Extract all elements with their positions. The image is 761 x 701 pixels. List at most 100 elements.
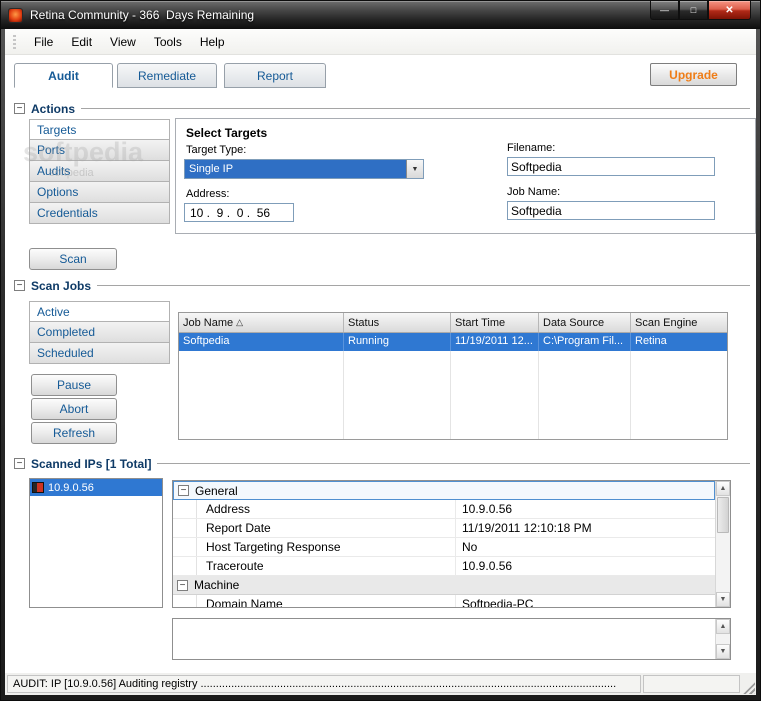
title-bar[interactable]: Retina Community - 366 Days Remaining — …	[1, 1, 760, 29]
column-scan-engine[interactable]: Scan Engine	[631, 313, 727, 332]
collapse-actions-icon[interactable]: −	[14, 103, 25, 114]
menu-view[interactable]: View	[101, 31, 145, 53]
menu-help[interactable]: Help	[191, 31, 234, 53]
property-value: 10.9.0.56	[455, 557, 715, 575]
chevron-down-icon[interactable]: ▼	[406, 160, 423, 178]
address-label: Address:	[186, 188, 230, 200]
actions-title: Actions	[31, 101, 76, 116]
sidebar-item-credentials[interactable]: Credentials	[29, 203, 170, 224]
property-value: 11/19/2011 12:10:18 PM	[455, 519, 715, 537]
menu-edit[interactable]: Edit	[62, 31, 101, 53]
list-item-ip[interactable]: 10.9.0.56	[30, 479, 162, 496]
minimize-button[interactable]: —	[650, 1, 679, 20]
scrollbar-thumb[interactable]	[717, 497, 729, 533]
property-label: Domain Name	[206, 597, 283, 608]
refresh-button[interactable]: Refresh	[31, 422, 117, 444]
menu-tools[interactable]: Tools	[145, 31, 191, 53]
scanned-ips-rule	[157, 463, 750, 464]
grid-line	[630, 351, 631, 439]
scroll-up-icon[interactable]: ▲	[716, 481, 730, 496]
scanned-ip-list[interactable]: 10.9.0.56	[29, 478, 163, 608]
maximize-icon: □	[690, 5, 697, 15]
collapse-general-icon[interactable]: −	[178, 485, 189, 496]
property-label: Address	[206, 502, 251, 516]
cell-job-name: Softpedia	[179, 333, 344, 351]
property-section-machine[interactable]: − Machine	[173, 576, 715, 595]
close-button[interactable]: ✕	[708, 1, 751, 20]
tab-remediate[interactable]: Remediate	[117, 63, 217, 88]
cell-status: Running	[344, 333, 451, 351]
scan-button[interactable]: Scan	[29, 248, 117, 270]
row-gutter	[173, 519, 197, 537]
menu-file[interactable]: File	[25, 31, 62, 53]
scanned-ips-title: Scanned IPs [1 Total]	[31, 456, 152, 471]
sidebar-item-targets[interactable]: Targets	[29, 119, 170, 140]
select-targets-panel: Select Targets Target Type: Single IP ▼ …	[175, 118, 756, 234]
scroll-up-icon[interactable]: ▲	[716, 619, 730, 634]
scroll-down-icon[interactable]: ▼	[716, 592, 730, 607]
window-title: Retina Community - 366 Days Remaining	[30, 8, 255, 22]
upgrade-button[interactable]: Upgrade	[650, 63, 737, 86]
property-value: Softpedia-PC	[455, 595, 715, 607]
property-rows: − General Address 10.9.0.56 Report Date …	[173, 481, 715, 608]
target-type-select[interactable]: Single IP ▼	[184, 159, 424, 179]
collapse-scan-jobs-icon[interactable]: −	[14, 280, 25, 291]
details-scrollbar[interactable]: ▲ ▼	[715, 619, 730, 659]
table-row[interactable]: Softpedia Running 11/19/2011 12... C:\Pr…	[179, 333, 727, 351]
filename-label: Filename:	[507, 142, 556, 154]
menu-bar: File Edit View Tools Help	[5, 29, 756, 55]
job-name-input[interactable]	[507, 201, 715, 220]
sidebar-item-completed[interactable]: Completed	[29, 322, 170, 343]
host-icon	[32, 482, 44, 493]
tab-audit[interactable]: Audit	[14, 63, 113, 88]
property-value: 10.9.0.56	[455, 500, 715, 518]
sidebar-item-audits[interactable]: Audits	[29, 161, 170, 182]
column-status[interactable]: Status	[344, 313, 451, 332]
actions-section-header: − Actions	[14, 101, 750, 116]
property-row-address[interactable]: Address 10.9.0.56	[173, 500, 715, 519]
pause-button[interactable]: Pause	[31, 374, 117, 396]
scan-jobs-rule	[97, 285, 750, 286]
sidebar-item-ports[interactable]: Ports	[29, 140, 170, 161]
property-grid-scrollbar[interactable]: ▲ ▼	[715, 481, 730, 607]
job-name-label: Job Name:	[507, 186, 561, 198]
actions-rule	[81, 108, 750, 109]
property-row-traceroute[interactable]: Traceroute 10.9.0.56	[173, 557, 715, 576]
sidebar-item-active[interactable]: Active	[29, 301, 170, 322]
jobs-table-header: Job Name △ Status Start Time Data Source…	[179, 313, 727, 333]
app-window: Retina Community - 366 Days Remaining — …	[0, 0, 761, 701]
row-gutter	[173, 538, 197, 556]
property-row-report-date[interactable]: Report Date 11/19/2011 12:10:18 PM	[173, 519, 715, 538]
maximize-button[interactable]: □	[679, 1, 708, 20]
scroll-down-icon[interactable]: ▼	[716, 644, 730, 659]
close-icon: ✕	[725, 4, 734, 16]
client-area: File Edit View Tools Help Audit Remediat…	[5, 29, 756, 695]
column-data-source[interactable]: Data Source	[539, 313, 631, 332]
section-machine-label: Machine	[194, 578, 240, 592]
grid-line	[538, 351, 539, 439]
column-job-name[interactable]: Job Name △	[179, 313, 344, 332]
menu-grip-icon	[13, 34, 16, 49]
details-text-box[interactable]: ▲ ▼	[172, 618, 731, 660]
sidebar-item-options[interactable]: Options	[29, 182, 170, 203]
status-message: AUDIT: IP [10.9.0.56] Auditing registry …	[7, 675, 641, 693]
minimize-icon: —	[660, 5, 669, 15]
status-secondary-panel	[643, 675, 740, 693]
filename-input[interactable]	[507, 157, 715, 176]
collapse-machine-icon[interactable]: −	[177, 579, 188, 591]
target-type-label: Target Type:	[186, 144, 247, 156]
target-type-value: Single IP	[185, 160, 406, 178]
resize-grip[interactable]	[742, 681, 755, 694]
scan-jobs-sidebar: Active Completed Scheduled	[29, 301, 170, 364]
address-input[interactable]: 10 . 9 . 0 . 56	[184, 203, 294, 222]
column-start-time[interactable]: Start Time	[451, 313, 539, 332]
grid-line	[343, 351, 344, 439]
jobs-table-body	[179, 351, 727, 439]
tab-report[interactable]: Report	[224, 63, 326, 88]
abort-button[interactable]: Abort	[31, 398, 117, 420]
property-row-domain-name[interactable]: Domain Name Softpedia-PC	[173, 595, 715, 608]
sidebar-item-scheduled[interactable]: Scheduled	[29, 343, 170, 364]
property-row-host-targeting-response[interactable]: Host Targeting Response No	[173, 538, 715, 557]
collapse-scanned-ips-icon[interactable]: −	[14, 458, 25, 469]
property-section-general[interactable]: − General	[173, 481, 715, 500]
